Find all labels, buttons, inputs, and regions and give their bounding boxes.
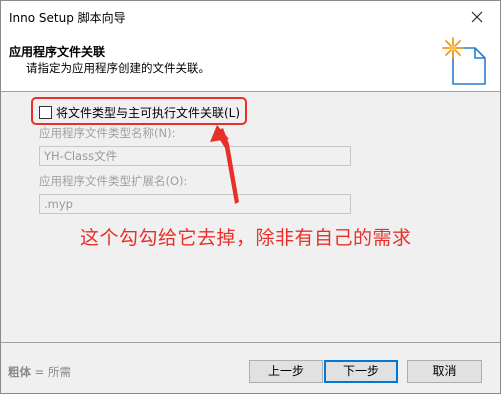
required-legend-bold: 粗体: [8, 365, 31, 379]
wizard-window: Inno Setup 脚本向导 应用程序文件关联 请指定为应用程序创建的文件关联…: [0, 0, 501, 394]
page-subtitle: 请指定为应用程序创建的文件关联。: [26, 61, 210, 75]
wizard-content: 将文件类型与主可执行文件关联(L) 应用程序文件类型名称(N): YH-Clas…: [1, 92, 500, 342]
page-title: 应用程序文件关联: [9, 45, 106, 59]
cancel-button[interactable]: 取消: [407, 360, 482, 383]
annotation-arrow: [210, 125, 239, 204]
required-legend-rest: = 所需: [31, 365, 71, 379]
required-legend: 粗体 = 所需: [8, 364, 71, 380]
wizard-header: 应用程序文件关联 请指定为应用程序创建的文件关联。: [1, 32, 500, 92]
next-button[interactable]: 下一步: [324, 360, 398, 383]
footer-divider: [1, 342, 500, 343]
wizard-footer: 粗体 = 所需 上一步 下一步 取消: [1, 342, 500, 393]
window-title: Inno Setup 脚本向导: [9, 11, 126, 25]
annotation-text: 这个勾勾给它去掉，除非有自己的需求: [80, 227, 412, 249]
title-bar: Inno Setup 脚本向导: [1, 1, 500, 32]
close-icon: [471, 11, 483, 22]
back-button[interactable]: 上一步: [249, 360, 323, 383]
close-button[interactable]: [454, 1, 500, 32]
wizard-star-document-icon: [442, 37, 486, 85]
